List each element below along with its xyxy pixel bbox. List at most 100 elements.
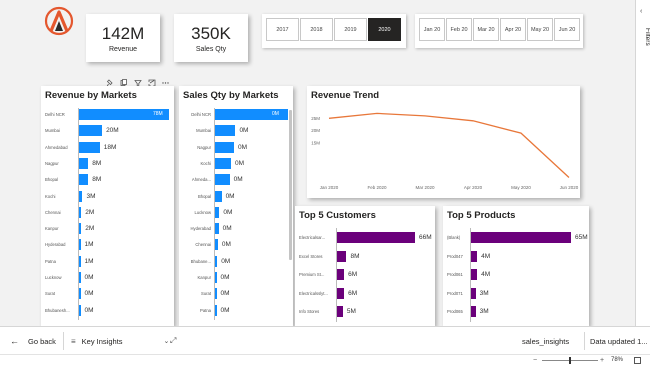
bar-row[interactable]: Electricalsar... 66M <box>295 232 435 243</box>
bar[interactable] <box>215 174 230 186</box>
month-option-feb[interactable]: Feb 20 <box>446 18 472 41</box>
bar-row[interactable]: Nagpur 8M <box>41 157 174 169</box>
scrollbar[interactable] <box>289 110 292 260</box>
bar-row[interactable]: Hyderabad 0M <box>179 223 293 235</box>
data-label: 8M <box>92 159 102 167</box>
bar[interactable] <box>337 250 347 262</box>
bar-row[interactable]: Nagpur 0M <box>179 141 293 153</box>
bar-row[interactable]: Mumbai 0M <box>179 125 293 137</box>
bar[interactable] <box>79 125 103 137</box>
bar-row[interactable]: (Blank) 65M <box>443 232 589 243</box>
bar-row[interactable]: Lucknow 0M <box>41 272 174 283</box>
bar[interactable] <box>79 288 81 300</box>
bar-row[interactable]: Patna 0M <box>179 304 293 316</box>
bar-row[interactable]: Kanpur 2M <box>41 223 174 235</box>
bar-row[interactable]: Bhopal 0M <box>179 190 293 202</box>
chevron-down-icon: ⌄ <box>163 338 170 345</box>
bar-row[interactable]: Delhi NCR 0M <box>179 109 293 120</box>
year-option-2020[interactable]: 2020 <box>368 18 401 41</box>
bar[interactable] <box>215 157 232 169</box>
bar-row[interactable]: Chennai 0M <box>179 239 293 251</box>
bar[interactable] <box>215 125 236 137</box>
bar[interactable] <box>215 255 218 267</box>
bar-row[interactable]: Kanpur 0M <box>179 272 293 283</box>
bar[interactable] <box>79 206 82 218</box>
bar-row[interactable]: Ahmedabad 18M <box>41 141 174 153</box>
bar[interactable] <box>79 157 89 169</box>
fit-to-page-icon[interactable] <box>634 357 641 364</box>
collapse-chevron-icon[interactable]: ‹ <box>640 8 642 15</box>
year-option-2019[interactable]: 2019 <box>334 18 367 41</box>
bar[interactable] <box>215 141 234 153</box>
bar[interactable] <box>79 174 89 186</box>
bar-row[interactable]: Kochi 0M <box>179 157 293 169</box>
page-selector[interactable]: ≡ Key Insights ⌄ <box>71 327 169 355</box>
zoom-slider[interactable] <box>542 357 598 364</box>
y-tick-label: 15M <box>311 141 320 146</box>
bar[interactable] <box>79 141 100 153</box>
month-option-jun[interactable]: Jun 20 <box>554 18 580 41</box>
zoom-slider-thumb[interactable] <box>569 357 571 364</box>
month-option-jan[interactable]: Jan 20 <box>419 18 445 41</box>
bar[interactable] <box>471 287 476 299</box>
bar[interactable] <box>79 272 81 283</box>
bar[interactable] <box>337 232 415 243</box>
bar-row[interactable]: Info Stores 5M <box>295 306 435 317</box>
bar[interactable] <box>79 304 81 316</box>
bar-row[interactable]: Hyderabad 1M <box>41 239 174 251</box>
data-label: 18M <box>103 143 117 151</box>
month-option-apr[interactable]: Apr 20 <box>500 18 526 41</box>
bar[interactable] <box>215 239 218 251</box>
bar-row[interactable]: Premium St... 6M <box>295 269 435 280</box>
bar-row[interactable]: Ahmeda... 0M <box>179 174 293 186</box>
filters-pane[interactable]: ‹ Filters <box>635 0 650 326</box>
year-option-2017[interactable]: 2017 <box>266 18 299 41</box>
bar-row[interactable]: Kochi 3M <box>41 190 174 202</box>
bar[interactable] <box>471 306 476 317</box>
bar-row[interactable]: Surat 0M <box>41 288 174 300</box>
bar-row[interactable]: Excel Stores 8M <box>295 250 435 262</box>
month-option-may[interactable]: May 20 <box>527 18 553 41</box>
zoom-in-button[interactable]: + <box>600 355 604 366</box>
bar[interactable] <box>337 269 345 280</box>
bar[interactable] <box>337 306 343 317</box>
bar[interactable] <box>79 223 82 235</box>
bar[interactable] <box>337 287 345 299</box>
bar[interactable] <box>215 272 217 283</box>
go-back-button[interactable]: ← Go back <box>10 327 56 355</box>
bar[interactable] <box>471 269 478 280</box>
bar[interactable] <box>215 206 220 218</box>
zoom-out-button[interactable]: − <box>533 355 537 366</box>
bar-row[interactable]: Surat 0M <box>179 288 293 300</box>
bar-row[interactable]: Prod065 3M <box>443 306 589 317</box>
bar-row[interactable]: Delhi NCR 78M <box>41 109 174 120</box>
data-label: 0M <box>272 111 279 117</box>
data-label: 5M <box>346 308 356 315</box>
bar-row[interactable]: Chennai 2M <box>41 206 174 218</box>
bar-row[interactable]: Prod071 3M <box>443 287 589 299</box>
copy-icon[interactable] <box>120 79 127 86</box>
bar[interactable] <box>79 190 83 202</box>
bar[interactable] <box>471 250 478 262</box>
bar[interactable] <box>79 239 81 251</box>
bar[interactable] <box>215 190 222 202</box>
revenue-series-line[interactable] <box>328 112 570 179</box>
bar-row[interactable]: Patna 1M <box>41 255 174 267</box>
bar-row[interactable]: Bhubanesh... 0M <box>41 304 174 316</box>
month-option-mar[interactable]: Mar 20 <box>473 18 499 41</box>
bar-row[interactable]: Lucknow 0M <box>179 206 293 218</box>
bar-row[interactable]: Prod061 4M <box>443 269 589 280</box>
bar-row[interactable]: Electricalsslyt... 6M <box>295 287 435 299</box>
more-options-icon[interactable] <box>162 82 169 84</box>
bar-row[interactable]: Bhubane... 0M <box>179 255 293 267</box>
expand-icon[interactable]: ⤢ <box>170 327 176 355</box>
bar[interactable] <box>215 223 219 235</box>
bar[interactable] <box>471 232 571 243</box>
year-option-2018[interactable]: 2018 <box>300 18 333 41</box>
bar-row[interactable]: Bhopal 8M <box>41 174 174 186</box>
bar[interactable] <box>215 288 217 300</box>
bar-row[interactable]: Mumbai 20M <box>41 125 174 137</box>
bar[interactable] <box>79 255 81 267</box>
bar[interactable] <box>215 304 217 316</box>
bar-row[interactable]: Prod047 4M <box>443 250 589 262</box>
